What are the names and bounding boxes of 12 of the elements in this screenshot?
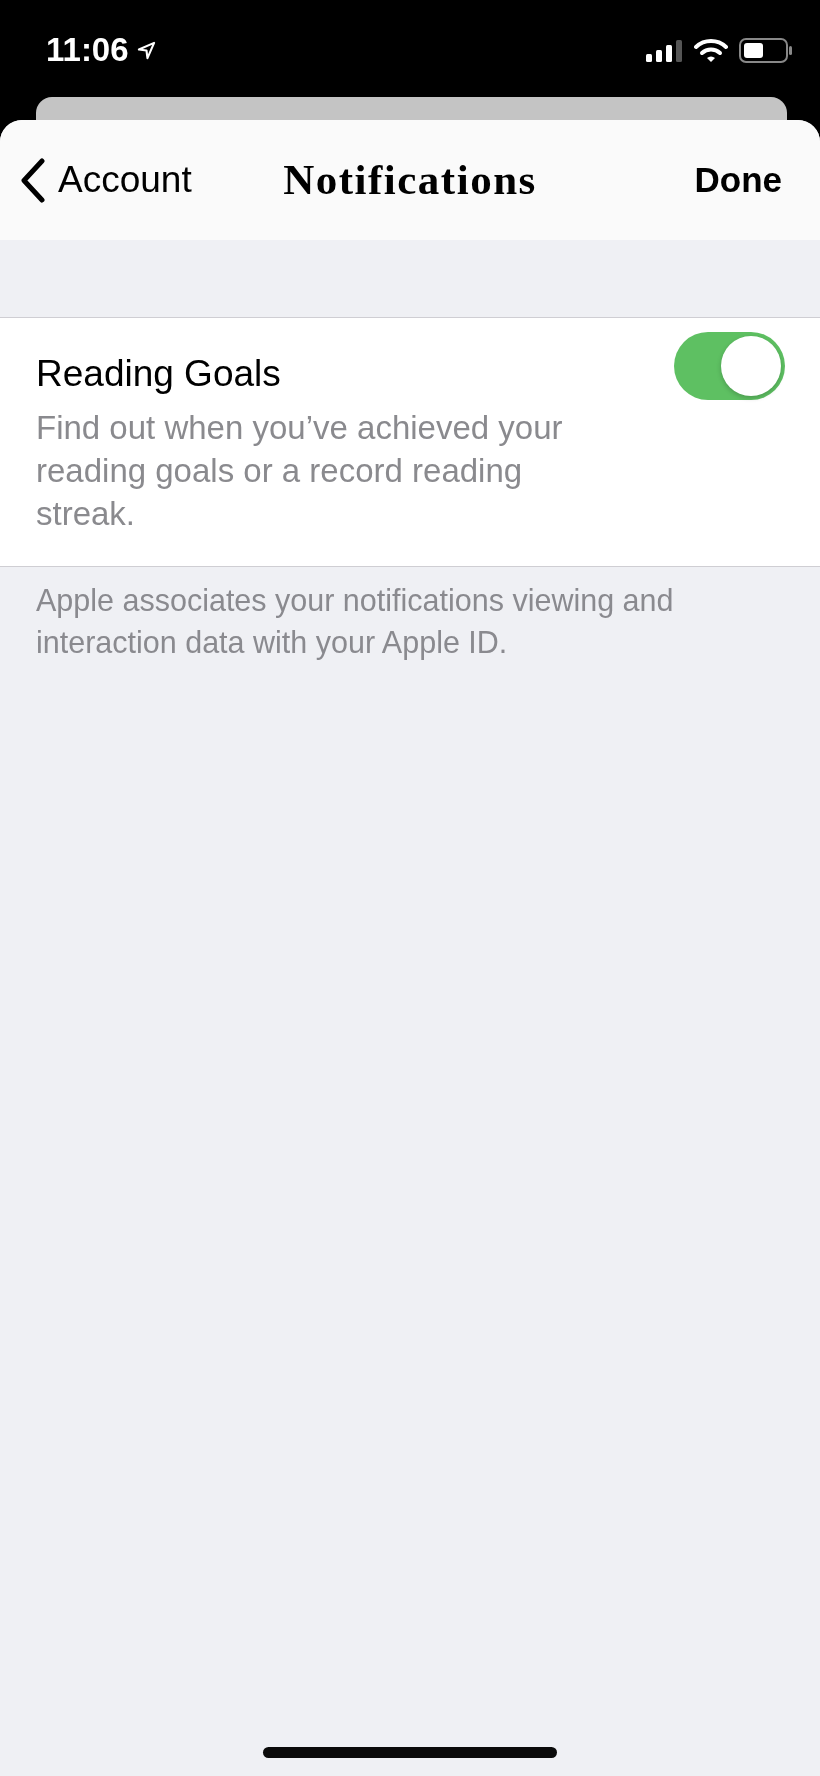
back-button[interactable]: Account bbox=[20, 157, 192, 203]
footer-note: Apple associates your notifications viewing and interaction data with your Apple ID. bbox=[35, 582, 675, 662]
location-arrow-icon bbox=[136, 40, 156, 60]
done-button[interactable]: Done bbox=[694, 159, 782, 201]
signal-icon bbox=[646, 39, 683, 62]
setting-description: Find out when you’ve achieved your reading goals or a record reading streak. bbox=[36, 408, 564, 534]
wifi-icon bbox=[694, 38, 728, 63]
nav-title: Notifications bbox=[283, 155, 537, 205]
battery-icon bbox=[739, 38, 793, 63]
setting-title: Reading Goals bbox=[36, 352, 282, 396]
back-chevron-icon bbox=[20, 157, 46, 203]
status-time: 11:06 bbox=[46, 31, 129, 69]
